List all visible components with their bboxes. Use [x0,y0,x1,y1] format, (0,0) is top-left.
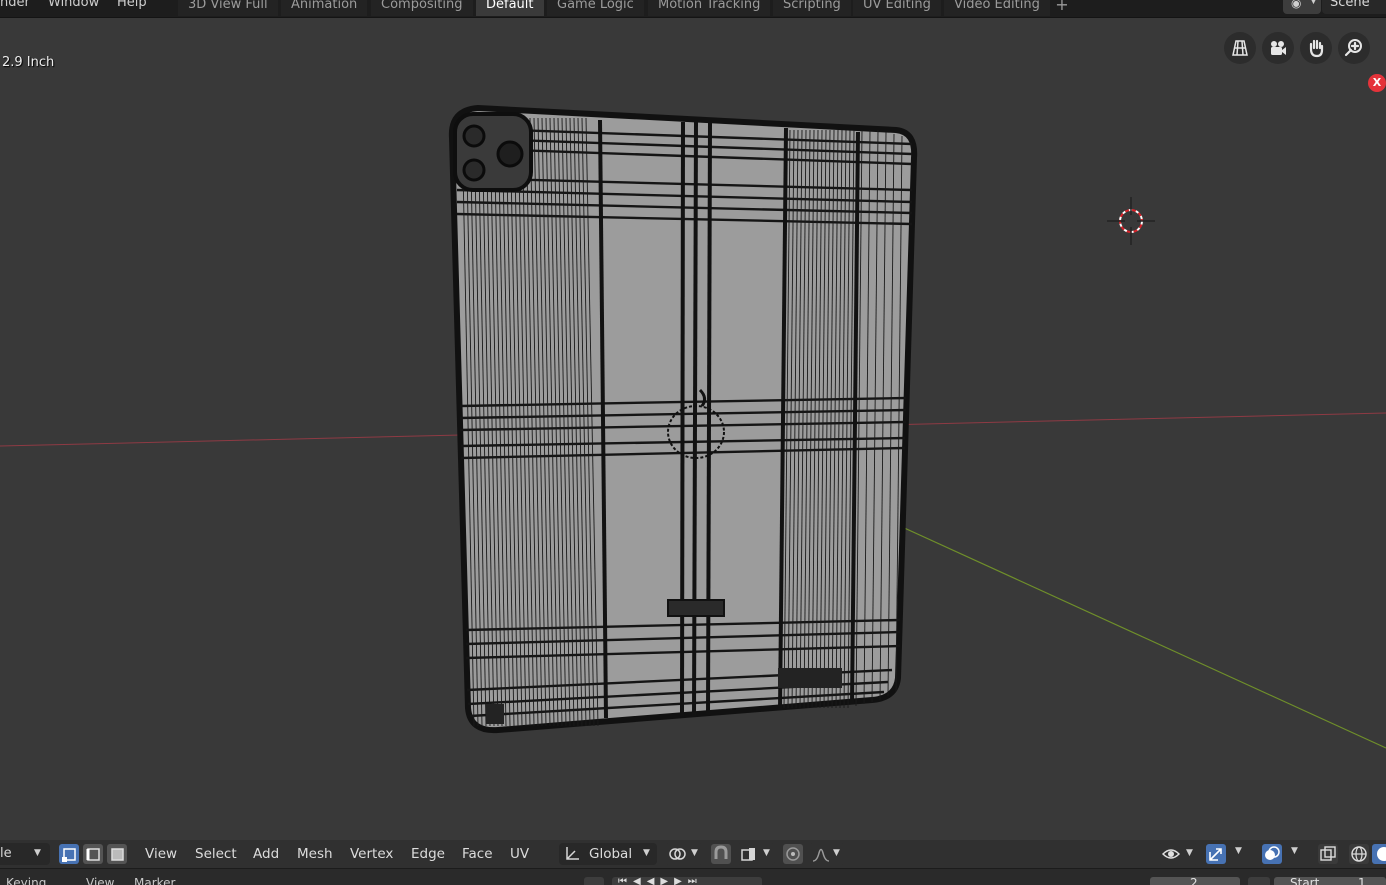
face-select-icon [111,848,124,861]
menu-view[interactable]: View [138,843,184,865]
camera-view-button[interactable] [1262,32,1294,64]
wireframe-shading-button[interactable] [1349,844,1369,864]
playback-icons: ⏮◀◀▶▶⏭ [618,876,703,885]
face-select-mode-button[interactable] [107,844,127,864]
tab-3d-view-full[interactable]: 3D View Full [178,0,278,16]
edge-select-icon [86,848,100,861]
menu-mesh[interactable]: Mesh [290,843,340,865]
pivot-point-selector[interactable]: ▼ [665,843,703,865]
menu-select[interactable]: Select [188,843,244,865]
overlays-icon [1265,846,1280,860]
tab-compositing[interactable]: Compositing [371,0,473,16]
eye-icon [1162,849,1180,859]
menu-uv[interactable]: UV [503,843,536,865]
zoom-icon [1344,39,1362,57]
chevron-down-icon[interactable]: ▼ [1291,846,1298,856]
tab-animation[interactable]: Animation [281,0,368,16]
menu-face[interactable]: Face [455,843,500,865]
scene-name-field[interactable]: Scene [1322,0,1386,14]
xray-toggle-button[interactable] [1318,844,1338,864]
vertex-select-icon [62,848,76,862]
transform-orientation-selector[interactable]: Global ▼ [559,843,657,865]
close-icon[interactable]: X [1368,74,1386,92]
tablet-wireframe-mesh [448,104,918,734]
wireframe-sphere-icon [1351,846,1367,862]
timeline-menu-keying[interactable]: Keying [6,876,46,885]
pivot-link-icon [669,848,686,860]
viewport-header: le ▼ View Select Add Mesh Vertex Edge Fa… [0,840,1386,868]
zoom-view-button[interactable] [1338,32,1370,64]
scene-icon: ◉ [1291,0,1302,10]
menu-add[interactable]: Add [246,843,286,865]
hand-pan-icon [1309,39,1324,58]
3d-cursor-icon [1107,197,1155,245]
transform-orientation-label: Global [589,846,633,862]
gizmo-icon [1209,848,1222,861]
record-button[interactable] [584,877,604,885]
xray-icon [1320,846,1336,861]
proportional-edit-icon [786,847,800,861]
menu-window[interactable]: Window [48,0,99,10]
solid-shading-button[interactable] [1372,844,1386,864]
chevron-down-icon: ▼ [1310,0,1317,6]
toggle-perspective-button[interactable] [1224,32,1256,64]
viewport-canvas [0,104,1386,749]
add-workspace-button[interactable]: + [1052,0,1072,16]
object-info-label: 2.9 Inch [2,55,55,70]
gizmo-toggle-button[interactable] [1206,844,1226,864]
tab-video-editing[interactable]: Video Editing [944,0,1050,16]
timeline-menu-view[interactable]: View [86,876,114,885]
vertex-select-mode-button[interactable] [59,844,79,864]
playback-controls[interactable]: ⏮◀◀▶▶⏭ [612,876,762,885]
tab-uv-editing[interactable]: UV Editing [853,0,941,16]
mode-selector[interactable]: le ▼ [0,843,50,865]
snap-increment-icon [741,848,755,861]
camera-icon [1271,41,1286,55]
menu-vertex[interactable]: Vertex [343,843,400,865]
timeline-menu-marker[interactable]: Marker [134,876,175,885]
mode-label: le [0,846,12,861]
current-frame-value: 2 [1190,876,1198,885]
chevron-down-icon: ▼ [34,848,41,858]
top-bar: nder Window Help 3D View Full Animation … [0,0,1386,18]
menu-render[interactable]: nder [0,0,30,10]
proportional-edit-button[interactable] [783,844,803,864]
chevron-down-icon: ▼ [833,848,840,858]
visibility-selector[interactable]: ▼ [1158,843,1198,865]
menu-edge[interactable]: Edge [404,843,452,865]
grid-view-icon [1232,40,1248,56]
tab-motion-tracking[interactable]: Motion Tracking [648,0,771,16]
start-frame-label: Start [1290,876,1320,885]
solid-sphere-icon [1377,847,1386,861]
3d-viewport[interactable]: 2.9 Inch X [0,18,1386,840]
tab-game-logic[interactable]: Game Logic [547,0,644,16]
chevron-down-icon: ▼ [1186,848,1193,858]
chevron-down-icon[interactable]: ▼ [1235,846,1242,856]
tab-scripting[interactable]: Scripting [773,0,851,16]
tab-default[interactable]: Default [476,0,544,16]
falloff-selector[interactable]: ▼ [809,843,845,865]
start-frame-field[interactable]: Start 1 [1274,876,1386,885]
chevron-down-icon: ▼ [691,848,698,858]
preview-range-button[interactable] [1248,877,1270,885]
start-frame-value: 1 [1358,876,1366,885]
edge-select-mode-button[interactable] [83,844,103,864]
scene-selector[interactable]: ◉ ▼ [1283,0,1321,14]
overlays-toggle-button[interactable] [1262,844,1282,864]
chevron-down-icon: ▼ [763,848,770,858]
chevron-down-icon: ▼ [643,848,650,858]
timeline-header: Keying View Marker ⏮◀◀▶▶⏭ 2 Start 1 [0,868,1386,885]
falloff-curve-icon [812,848,830,862]
snap-target-selector[interactable]: ▼ [737,843,775,865]
pan-view-button[interactable] [1300,32,1332,64]
magnet-icon [714,845,728,859]
menu-help[interactable]: Help [117,0,147,10]
current-frame-field[interactable]: 2 [1150,876,1240,885]
transform-axes-icon [566,847,579,860]
snap-toggle-button[interactable] [711,844,731,864]
